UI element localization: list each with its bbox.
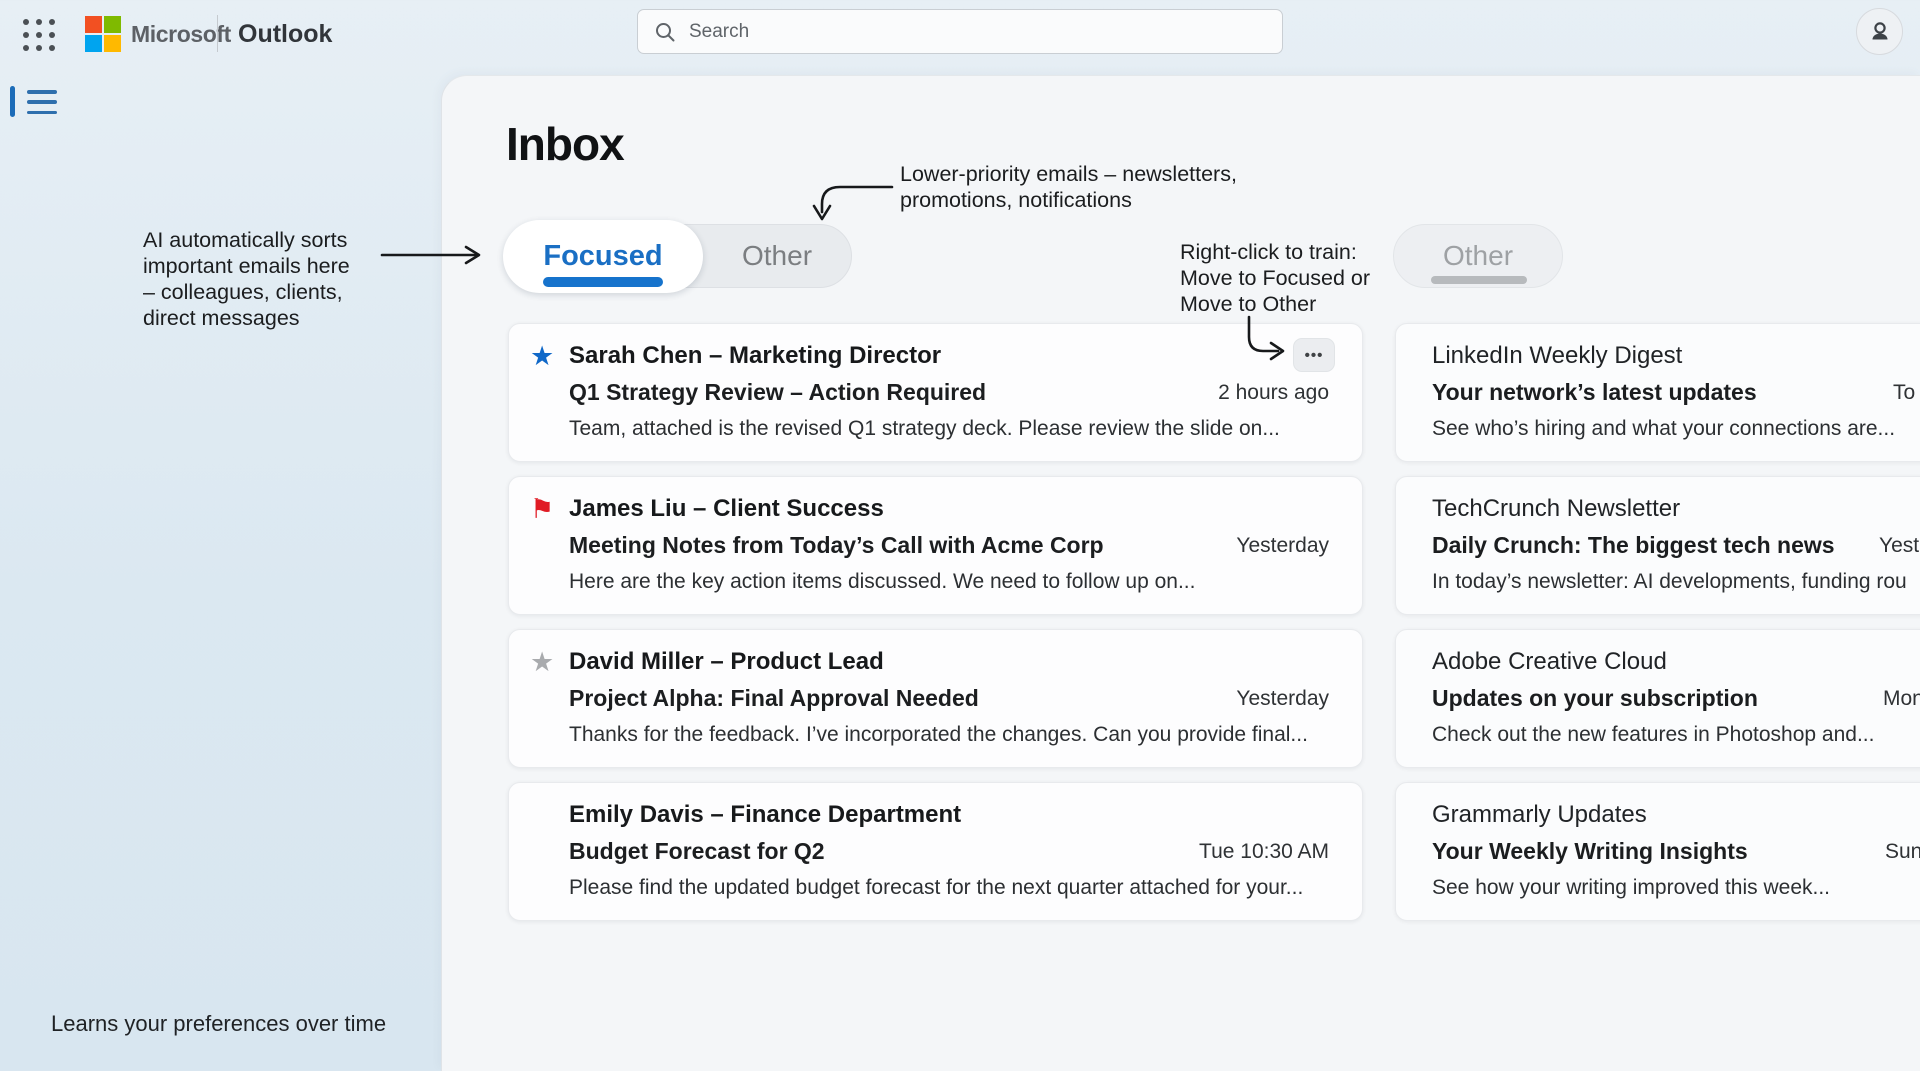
email-list-item[interactable]: ★ Sarah Chen – Marketing Director Q1 Str… [508,323,1363,462]
tab-other-right-label: Other [1443,240,1513,272]
email-list-item[interactable]: ⚑ James Liu – Client Success Meeting Not… [508,476,1363,615]
email-time: Sun [1885,840,1920,864]
email-time: Yesterday [1236,534,1329,558]
email-preview: Thanks for the feedback. I’ve incorporat… [569,723,1308,747]
email-sender: LinkedIn Weekly Digest [1432,342,1682,370]
email-time: Yest [1879,534,1919,558]
annotation-line: – colleagues, clients, [143,279,350,305]
email-sender: Sarah Chen – Marketing Director [569,342,941,370]
account-avatar-button[interactable] [1856,8,1903,55]
annotation-line: promotions, notifications [900,187,1237,213]
email-sender: Grammarly Updates [1432,801,1647,829]
search-box[interactable] [637,9,1283,54]
search-icon [654,21,676,43]
email-preview: See who’s hiring and what your connectio… [1432,417,1895,441]
email-sender: David Miller – Product Lead [569,648,884,676]
annotation-footer-note: Learns your preferences over time [51,1011,386,1037]
email-list-item[interactable]: LinkedIn Weekly Digest Your network’s la… [1395,323,1920,462]
tab-other[interactable]: Other [703,225,851,287]
star-icon[interactable]: ★ [530,649,554,676]
annotation-line: Lower-priority emails – newsletters, [900,161,1237,187]
star-icon[interactable]: ★ [530,343,554,370]
email-list-item[interactable]: TechCrunch Newsletter Daily Crunch: The … [1395,476,1920,615]
email-time: Yesterday [1236,687,1329,711]
email-sender: James Liu – Client Success [569,495,884,523]
microsoft-brand: Microsoft [85,16,231,52]
page-title: Inbox [506,121,624,167]
annotation-line: Right-click to train: [1180,239,1370,265]
other-tab-indicator [1431,276,1527,284]
email-preview: Check out the new features in Photoshop … [1432,723,1874,747]
tab-other-label: Other [742,240,812,272]
email-subject: Your Weekly Writing Insights [1432,838,1748,865]
annotation-train-note: Right-click to train: Move to Focused or… [1180,239,1370,317]
search-input[interactable] [689,21,1266,43]
email-list-item[interactable]: ★ David Miller – Product Lead Project Al… [508,629,1363,768]
app-launcher-icon[interactable] [18,14,60,56]
app-name: Outlook [238,20,332,49]
microsoft-logo-icon [85,16,121,52]
more-options-button[interactable]: ••• [1293,338,1335,372]
email-subject: Q1 Strategy Review – Action Required [569,379,986,406]
email-list-item[interactable]: Emily Davis – Finance Department Budget … [508,782,1363,921]
email-time: Mon [1883,687,1920,711]
outlook-focused-inbox-screen: { "topbar": { "microsoft_label": "Micros… [0,0,1920,1071]
email-list-item[interactable]: Grammarly Updates Your Weekly Writing In… [1395,782,1920,921]
annotation-line: Move to Focused or [1180,265,1370,291]
focused-other-tab-group: Other Focused [505,224,852,288]
email-subject: Updates on your subscription [1432,685,1758,712]
tab-focused[interactable]: Focused [503,220,703,293]
tab-other-right[interactable]: Other [1393,224,1563,288]
nav-selection-accent-bar [10,86,15,117]
annotation-line: important emails here [143,253,350,279]
email-preview: See how your writing improved this week.… [1432,876,1830,900]
annotation-focused-note: AI automatically sorts important emails … [143,227,350,331]
annotation-line: Move to Other [1180,291,1370,317]
email-sender: TechCrunch Newsletter [1432,495,1680,523]
email-subject: Daily Crunch: The biggest tech news [1432,532,1835,559]
microsoft-wordmark: Microsoft [131,21,231,48]
email-time: 2 hours ago [1218,381,1329,405]
email-preview: Team, attached is the revised Q1 strateg… [569,417,1280,441]
annotation-other-note: Lower-priority emails – newsletters, pro… [900,161,1237,213]
email-sender: Emily Davis – Finance Department [569,801,961,829]
email-sender: Adobe Creative Cloud [1432,648,1667,676]
email-preview: Please find the updated budget forecast … [569,876,1303,900]
hamburger-menu-icon[interactable] [27,90,57,114]
brand-divider [217,15,218,52]
annotation-line: direct messages [143,305,350,331]
email-subject: Meeting Notes from Today’s Call with Acm… [569,532,1104,559]
email-subject: Project Alpha: Final Approval Needed [569,685,979,712]
email-subject: Your network’s latest updates [1432,379,1757,406]
flag-icon[interactable]: ⚑ [530,496,554,523]
active-tab-indicator [543,277,663,287]
annotation-line: AI automatically sorts [143,227,350,253]
email-preview: In today’s newsletter: AI developments, … [1432,570,1907,594]
email-time: Tue 10:30 AM [1199,840,1329,864]
person-icon [1866,18,1894,46]
email-time: To [1893,381,1915,405]
email-subject: Budget Forecast for Q2 [569,838,825,865]
email-preview: Here are the key action items discussed.… [569,570,1195,594]
email-list-item[interactable]: Adobe Creative Cloud Updates on your sub… [1395,629,1920,768]
tab-focused-label: Focused [543,240,662,273]
